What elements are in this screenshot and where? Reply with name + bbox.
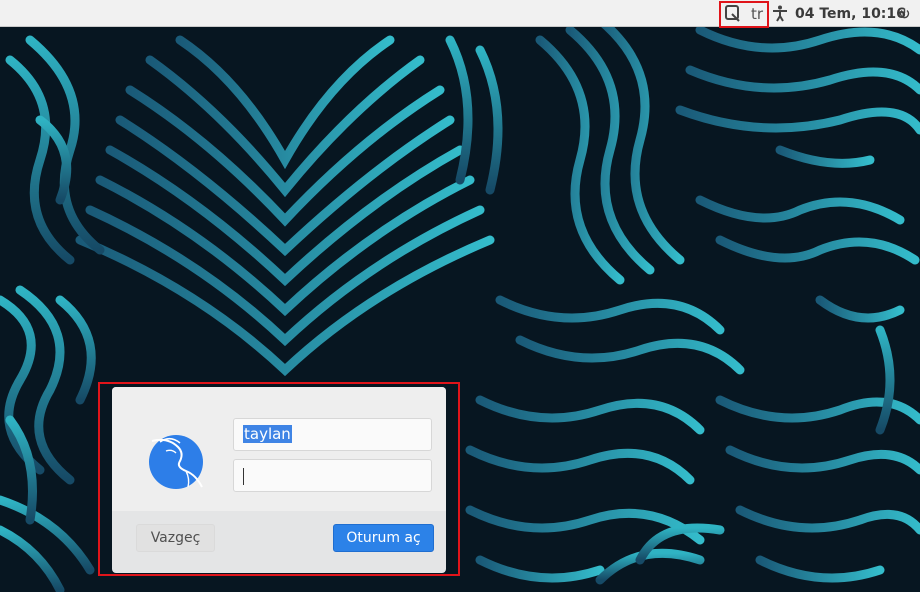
highlight-box-login-dialog — [98, 382, 460, 576]
accessibility-icon[interactable] — [772, 5, 788, 22]
highlight-box-keyboard — [719, 1, 769, 28]
clock[interactable]: 04 Tem, 10:16 — [795, 3, 906, 25]
power-icon[interactable] — [899, 8, 910, 19]
